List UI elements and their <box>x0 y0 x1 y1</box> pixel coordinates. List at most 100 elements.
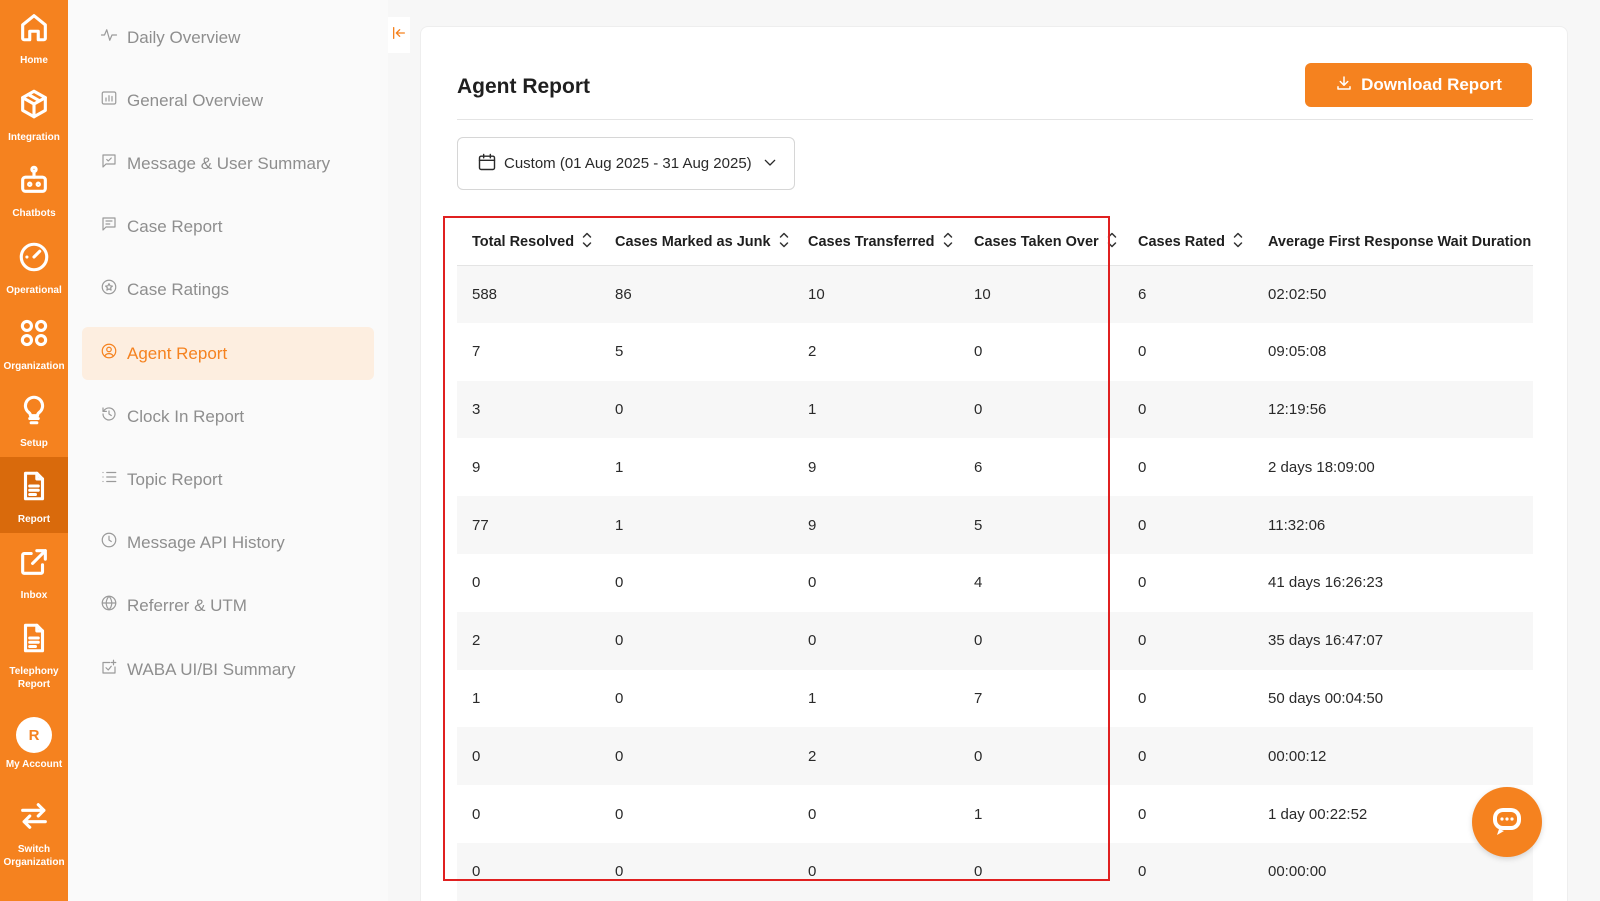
rail-label: Inbox <box>20 590 48 601</box>
subnav-item-case-report[interactable]: Case Report <box>82 200 374 253</box>
cell-average-first-response-wait: 02:02:50 <box>1253 265 1533 323</box>
cube-icon <box>17 87 51 126</box>
cell-total-resolved: 3 <box>457 380 600 439</box>
rail-item-setup[interactable]: Setup <box>0 393 68 450</box>
subnav-item-message-api-history[interactable]: Message API History <box>82 516 374 569</box>
sort-icon <box>943 231 953 253</box>
cell-cases-rated: 6 <box>1123 265 1253 323</box>
rail-item-home[interactable]: Home <box>0 10 68 67</box>
column-header-cases-marked-as-junk[interactable]: Cases Marked as Junk <box>600 219 793 266</box>
cell-cases-rated: 0 <box>1138 689 1147 707</box>
download-icon <box>1335 74 1361 97</box>
rail-label: Organization <box>3 361 65 372</box>
rail-item-inbox[interactable]: Inbox <box>0 545 68 602</box>
rail-item-my-account[interactable]: R My Account <box>0 717 68 771</box>
rail-label: Integration <box>8 132 60 143</box>
subnav-item-general-overview[interactable]: General Overview <box>82 74 374 127</box>
subnav-item-topic-report[interactable]: Topic Report <box>82 453 374 506</box>
agent-report-table-container[interactable]: Total Resolved Cases Marked as Junk Case… <box>457 219 1533 901</box>
cell-cases-marked-as-junk: 0 <box>600 842 793 901</box>
cell-cases-taken-over: 0 <box>959 611 1123 670</box>
collapse-left-icon <box>391 25 407 46</box>
subnav-item-daily-overview[interactable]: Daily Overview <box>82 11 374 64</box>
subnav-item-message-user-summary[interactable]: Message & User Summary <box>82 137 374 190</box>
table-row: 0 0 0 0 0 00:00:00 <box>457 842 1533 901</box>
table-row: 3 0 1 0 0 12:19:56 <box>457 380 1533 439</box>
rail-label: Switch Organization <box>3 844 65 868</box>
sort-icon <box>779 231 789 253</box>
cell-cases-taken-over: 1 <box>974 805 983 823</box>
cell-cases-transferred: 9 <box>808 458 817 476</box>
report-subnav: Daily Overview General Overview Message … <box>68 0 388 901</box>
cell-average-first-response-wait: 12:19:56 <box>1253 380 1533 439</box>
subnav-item-label: Agent Report <box>127 343 228 363</box>
bar-chart-icon <box>100 89 118 112</box>
rail-item-switch-organization[interactable]: Switch Organization <box>0 799 68 869</box>
rail-label: Home <box>20 55 48 66</box>
report-card: Agent Report Download Report Custom (01 … <box>420 26 1568 901</box>
cell-cases-transferred: 2 <box>808 343 817 361</box>
subnav-item-label: Topic Report <box>127 469 223 489</box>
chat-widget-button[interactable] <box>1472 787 1542 857</box>
list-icon <box>100 468 118 491</box>
main-rail: Home Integration Chatbots Operational Or… <box>0 0 68 901</box>
subnav-item-label: General Overview <box>127 90 264 110</box>
subnav-item-referrer-utm[interactable]: Referrer & UTM <box>82 579 374 632</box>
rail-item-integration[interactable]: Integration <box>0 87 68 144</box>
date-range-select[interactable]: Custom (01 Aug 2025 - 31 Aug 2025) <box>457 137 795 190</box>
cell-cases-marked-as-junk: 0 <box>615 574 624 592</box>
cell-cases-transferred: 1 <box>808 689 817 707</box>
switch-icon <box>17 799 51 838</box>
rail-label: My Account <box>5 759 63 770</box>
cell-cases-taken-over: 5 <box>959 496 1123 554</box>
cell-cases-transferred: 0 <box>793 611 959 670</box>
rail-item-operational[interactable]: Operational <box>0 240 68 297</box>
cell-cases-taken-over: 0 <box>959 842 1123 901</box>
avatar: R <box>16 717 52 753</box>
cell-cases-rated: 0 <box>1123 842 1253 901</box>
cell-cases-taken-over: 10 <box>959 265 1123 323</box>
subnav-item-clock-in-report[interactable]: Clock In Report <box>82 390 374 443</box>
page-title: Agent Report <box>457 75 590 98</box>
divider <box>457 119 1533 120</box>
table-row: 0 0 0 4 0 41 days 16:26:23 <box>457 554 1533 612</box>
agent-report-table: Total Resolved Cases Marked as Junk Case… <box>457 219 1533 901</box>
cell-cases-transferred: 0 <box>793 842 959 901</box>
cell-average-first-response-wait: 09:05:08 <box>1268 343 1327 361</box>
column-header-cases-rated[interactable]: Cases Rated <box>1123 219 1253 266</box>
table-row: 000101 day 00:22:52 <box>457 785 1533 843</box>
column-header-total-resolved[interactable]: Total Resolved <box>457 219 600 266</box>
cell-cases-marked-as-junk: 1 <box>600 496 793 554</box>
subnav-item-case-ratings[interactable]: Case Ratings <box>82 263 374 316</box>
cell-cases-marked-as-junk: 0 <box>615 689 624 707</box>
cell-cases-transferred: 2 <box>793 727 959 786</box>
column-header-cases-taken-over[interactable]: Cases Taken Over <box>959 219 1123 266</box>
external-link-icon <box>17 545 51 584</box>
clock-rewind-icon <box>100 405 118 428</box>
home-icon <box>17 10 51 49</box>
rail-item-report[interactable]: Report <box>0 457 68 533</box>
cell-cases-rated: 0 <box>1138 458 1147 476</box>
download-report-button[interactable]: Download Report <box>1305 63 1532 107</box>
rail-item-telephony-report[interactable]: Telephony Report <box>0 621 68 691</box>
cell-total-resolved: 588 <box>457 265 600 323</box>
column-header-average-first-response-wait[interactable]: Average First Response Wait Duration <box>1253 219 1533 266</box>
table-row: 9 1 9 6 0 2 days 18:09:00 <box>457 438 1533 496</box>
calendar-icon <box>477 152 497 176</box>
collapse-sidebar-button[interactable] <box>388 17 410 53</box>
circles-icon <box>17 316 51 355</box>
cell-average-first-response-wait: 41 days 16:26:23 <box>1268 574 1384 592</box>
rail-label: Chatbots <box>12 208 56 219</box>
star-circle-icon <box>100 278 118 301</box>
rail-item-chatbots[interactable]: Chatbots <box>0 163 68 220</box>
rail-item-organization[interactable]: Organization <box>0 316 68 373</box>
cell-cases-taken-over: 0 <box>959 727 1123 786</box>
table-row: 588 86 10 10 6 02:02:50 <box>457 265 1533 323</box>
subnav-item-waba-summary[interactable]: WABA UI/BI Summary <box>82 643 374 696</box>
column-header-cases-transferred[interactable]: Cases Transferred <box>793 219 959 266</box>
date-range-value: Custom (01 Aug 2025 - 31 Aug 2025) <box>504 155 752 172</box>
message-check-icon <box>100 152 118 175</box>
subnav-item-agent-report[interactable]: Agent Report <box>82 327 374 380</box>
subnav-item-label: Message API History <box>127 532 285 552</box>
rail-label: Telephony Report <box>9 666 59 690</box>
